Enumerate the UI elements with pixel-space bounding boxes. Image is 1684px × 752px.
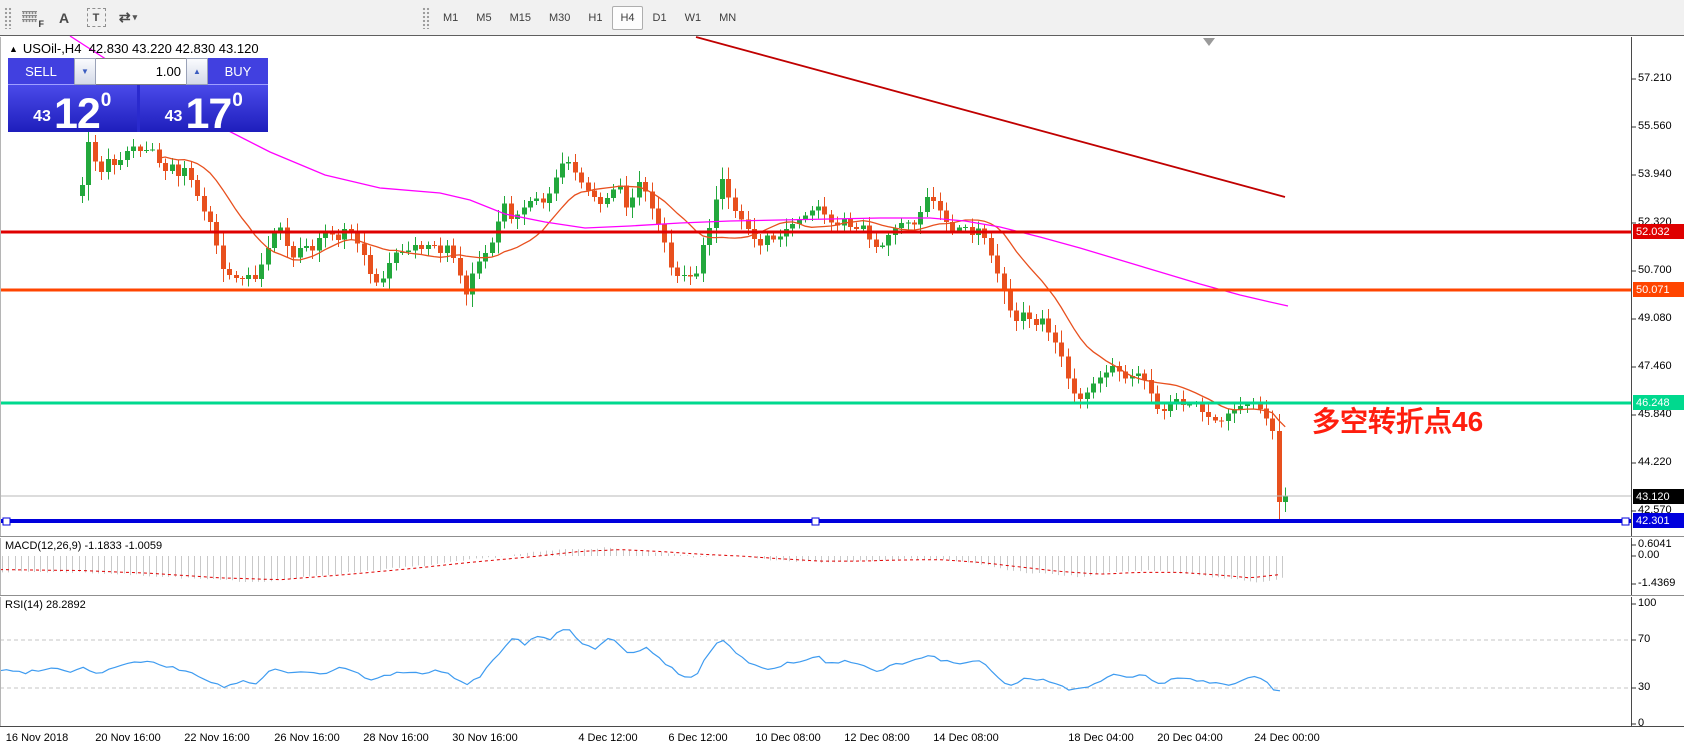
time-axis-label: 20 Dec 04:00	[1157, 732, 1222, 744]
text-label-icon[interactable]: A	[49, 5, 79, 31]
toolbar-grip[interactable]	[422, 7, 430, 29]
volume-decrease-button[interactable]: ▼	[74, 58, 96, 85]
price-axis[interactable]: 57.21055.56053.94052.32050.70049.08047.4…	[1632, 36, 1684, 727]
time-axis-label: 22 Nov 16:00	[184, 732, 249, 744]
time-axis-label: 24 Dec 00:00	[1254, 732, 1319, 744]
rsi-layer	[0, 630, 1631, 691]
chevron-down-icon[interactable]: ▾	[133, 12, 138, 23]
timeframe-button-mn[interactable]: MN	[711, 6, 744, 30]
macd-signal-line	[0, 550, 1280, 580]
price-axis-label: 49.080	[1638, 312, 1672, 324]
time-axis-label: 18 Dec 04:00	[1068, 732, 1133, 744]
time-axis-label: 28 Nov 16:00	[363, 732, 428, 744]
timeframe-button-m1[interactable]: M1	[435, 6, 466, 30]
text-box-icon[interactable]: T	[81, 5, 111, 31]
trend-note-annotation[interactable]: 多空转折点46	[1312, 400, 1483, 440]
price-level-badge: 50.071	[1633, 282, 1684, 297]
price-level-badge: 46.248	[1633, 395, 1684, 410]
main-chart-canvas[interactable]	[0, 36, 1684, 752]
buy-price-fraction: 0	[232, 90, 243, 112]
time-axis-label: 10 Dec 08:00	[755, 732, 820, 744]
buy-price-pips: 17	[185, 97, 231, 132]
rsi-label: RSI(14) 28.2892	[5, 599, 86, 611]
macd-axis-label: 0.00	[1638, 549, 1659, 561]
sell-price-fraction: 0	[101, 90, 112, 112]
time-axis-label: 20 Nov 16:00	[95, 732, 160, 744]
descending-trendline	[696, 37, 1285, 197]
sell-price-pips: 12	[54, 97, 100, 132]
timeframe-buttons: M1M5M15M30H1H4D1W1MN	[434, 6, 745, 30]
symbol-timeframe: USOil-,H4	[23, 41, 82, 56]
time-axis-label: 6 Dec 12:00	[668, 732, 727, 744]
ohlc-values: 42.830 43.220 42.830 43.120	[89, 41, 259, 56]
one-click-trading-panel: SELL ▼ ▲ BUY 43 12 0 43 17 0	[8, 58, 268, 132]
timeframe-button-m30[interactable]: M30	[541, 6, 578, 30]
rsi-line	[0, 630, 1280, 691]
price-level-badge: 52.032	[1633, 224, 1684, 239]
price-level-badge: 43.120	[1633, 489, 1684, 504]
price-axis-label: 47.460	[1638, 360, 1672, 372]
axis-frame-layer	[0, 37, 1684, 752]
buy-button[interactable]: BUY	[208, 58, 268, 85]
dots-grid-icon	[22, 11, 37, 23]
levels-layer	[0, 232, 1631, 525]
time-axis-label: 14 Dec 08:00	[933, 732, 998, 744]
chart-title: ▲ USOil-,H4 42.830 43.220 42.830 43.120	[9, 41, 259, 56]
price-axis-label: 50.700	[1638, 264, 1672, 276]
timeframe-button-m5[interactable]: M5	[468, 6, 499, 30]
time-axis-label: 4 Dec 12:00	[578, 732, 637, 744]
time-axis-label: 16 Nov 2018	[6, 732, 68, 744]
chart-shift-marker-icon[interactable]	[1203, 38, 1215, 46]
timeframe-button-m15[interactable]: M15	[502, 6, 539, 30]
price-level-badge: 42.301	[1633, 513, 1684, 528]
rsi-axis-label: 30	[1638, 681, 1650, 693]
timeframe-button-h1[interactable]: H1	[580, 6, 610, 30]
panel-splitter[interactable]	[0, 535, 1684, 540]
volume-increase-button[interactable]: ▲	[186, 58, 208, 85]
price-axis-label: 55.560	[1638, 120, 1672, 132]
timeframe-button-w1[interactable]: W1	[677, 6, 710, 30]
mt4-window: { "toolbar": { "icons": [ {"name": "char…	[0, 0, 1684, 752]
macd-label: MACD(12,26,9) -1.1833 -1.0059	[5, 540, 162, 552]
panel-splitter[interactable]	[0, 594, 1684, 599]
f-glyph: F	[39, 19, 45, 29]
sell-price-whole: 43	[33, 108, 51, 126]
sell-button[interactable]: SELL	[8, 58, 74, 85]
price-axis-label: 53.940	[1638, 168, 1672, 180]
macd-axis-label: -1.4369	[1638, 577, 1675, 589]
timeframe-button-h4[interactable]: H4	[612, 6, 642, 30]
sell-price-tile[interactable]: 43 12 0	[8, 85, 137, 132]
time-axis[interactable]: 16 Nov 2018 20 Nov 16:00 22 Nov 16:00 26 No…	[0, 727, 1684, 752]
collapse-arrow-icon[interactable]: ▲	[9, 44, 18, 54]
toolbar-grip[interactable]	[4, 7, 12, 29]
volume-input[interactable]	[96, 58, 186, 85]
toolbar-objects-group: F A T ⇄ ▾	[0, 0, 144, 35]
timeframe-button-d1[interactable]: D1	[645, 6, 675, 30]
buy-price-tile[interactable]: 43 17 0	[140, 85, 269, 132]
time-axis-label: 26 Nov 16:00	[274, 732, 339, 744]
price-axis-label: 57.210	[1638, 72, 1672, 84]
macd-layer	[0, 547, 1283, 582]
price-axis-label: 44.220	[1638, 456, 1672, 468]
indicator-list-icon[interactable]: F	[17, 5, 47, 31]
time-axis-label: 30 Nov 16:00	[452, 732, 517, 744]
candles-layer	[80, 125, 1288, 519]
timeframe-toolbar: M1M5M15M30H1H4D1W1MN	[418, 0, 745, 35]
buy-price-whole: 43	[165, 108, 183, 126]
toolbar: F A T ⇄ ▾ M1M5M15M30H1H4D1W1MN	[0, 0, 1684, 36]
cursor-arrows-icon[interactable]: ⇄ ▾	[113, 5, 143, 31]
rsi-axis-label: 70	[1638, 633, 1650, 645]
time-axis-label: 12 Dec 08:00	[844, 732, 909, 744]
